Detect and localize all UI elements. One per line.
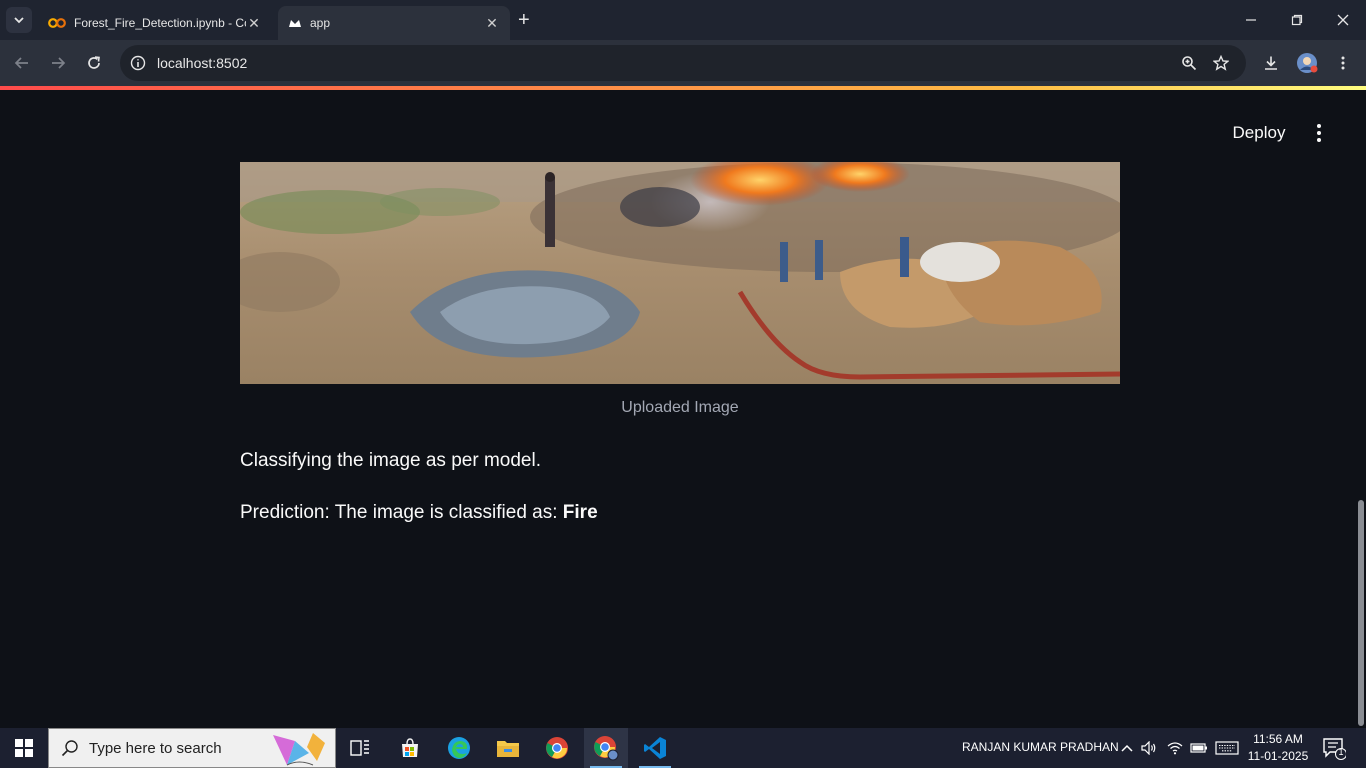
clock-date: 11-01-2025 — [1247, 749, 1309, 763]
close-window-button[interactable] — [1320, 0, 1366, 40]
restore-icon — [1291, 14, 1303, 26]
tray-wifi[interactable] — [1166, 738, 1184, 758]
kite-illustration-icon — [273, 733, 325, 766]
chrome-icon — [546, 737, 568, 759]
vscode-icon — [644, 737, 666, 759]
zoom-icon[interactable] — [1181, 55, 1197, 71]
chevron-up-icon — [1121, 744, 1133, 752]
page-scrollbar[interactable] — [1358, 500, 1364, 726]
task-view-icon — [350, 740, 369, 756]
more-vert-icon — [1341, 56, 1345, 70]
site-info-icon[interactable] — [130, 55, 146, 71]
back-button[interactable] — [9, 50, 35, 76]
volume-icon — [1141, 741, 1156, 755]
more-vert-icon — [1317, 124, 1321, 128]
chrome-profile-icon — [594, 736, 619, 761]
reload-button[interactable] — [81, 50, 107, 76]
tray-volume[interactable] — [1140, 738, 1158, 758]
tray-battery[interactable] — [1190, 738, 1208, 758]
task-view-button[interactable] — [338, 728, 382, 768]
search-placeholder: Type here to search — [89, 739, 222, 757]
new-tab-button[interactable]: + — [518, 8, 530, 32]
search-icon — [61, 740, 78, 757]
prediction-text: Prediction: The image is classified as: … — [240, 502, 598, 524]
minimize-icon — [1246, 19, 1256, 21]
bookmark-star-icon[interactable] — [1213, 55, 1229, 71]
url-text: localhost:8502 — [157, 55, 248, 71]
close-icon[interactable]: ✕ — [484, 15, 500, 32]
image-caption: Uploaded Image — [621, 399, 739, 416]
download-icon — [1265, 56, 1277, 70]
folder-icon — [497, 741, 519, 757]
battery-icon — [1190, 743, 1207, 753]
back-arrow-icon — [14, 57, 28, 69]
tab-title: Forest_Fire_Detection.ipynb - Co — [74, 16, 246, 30]
forward-button[interactable] — [45, 50, 71, 76]
tab-search-button[interactable] — [6, 7, 32, 33]
forward-arrow-icon — [52, 57, 66, 69]
colab-icon — [48, 18, 66, 28]
streamlit-icon — [289, 20, 301, 27]
windows-taskbar: Type here to search RANJAN KUMAR PRADHAN — [0, 728, 1366, 768]
start-button[interactable] — [0, 728, 48, 768]
taskbar-chrome-profile[interactable] — [584, 728, 628, 768]
tab-title: app — [310, 16, 331, 30]
close-icon[interactable]: ✕ — [246, 15, 262, 32]
prediction-value: Fire — [562, 502, 598, 523]
browser-menu-button[interactable] — [1330, 50, 1356, 76]
browser-toolbar: localhost:8502 — [0, 40, 1366, 86]
tab-colab[interactable]: Forest_Fire_Detection.ipynb - Co ✕ — [38, 6, 272, 40]
store-icon — [402, 738, 418, 757]
app-menu-button[interactable] — [1308, 120, 1330, 146]
notification-count: 1 — [1338, 747, 1344, 757]
avatar-icon — [1297, 53, 1318, 73]
reload-icon — [88, 56, 100, 69]
restore-button[interactable] — [1274, 0, 1320, 40]
tray-user-name: RANJAN KUMAR PRADHAN — [962, 740, 1119, 754]
chevron-down-icon — [14, 17, 24, 24]
windows-logo-icon — [15, 739, 33, 757]
wifi-icon — [1167, 742, 1183, 755]
downloads-button[interactable] — [1258, 50, 1284, 76]
taskbar-chrome[interactable] — [535, 728, 579, 768]
uploaded-image — [240, 162, 1120, 384]
taskbar-search-input[interactable]: Type here to search — [48, 728, 336, 768]
keyboard-icon — [1215, 741, 1239, 755]
minimize-button[interactable] — [1228, 0, 1274, 40]
taskbar-edge[interactable] — [437, 728, 481, 768]
prediction-prefix: Prediction: The image is classified as: — [240, 502, 563, 523]
notification-center-button[interactable]: 1 — [1322, 736, 1347, 760]
tab-app[interactable]: app ✕ — [278, 6, 510, 40]
profile-avatar[interactable] — [1294, 50, 1320, 76]
tray-keyboard[interactable] — [1214, 738, 1240, 758]
edge-icon — [448, 737, 470, 759]
app-decoration-bar — [0, 86, 1366, 90]
browser-titlebar: Forest_Fire_Detection.ipynb - Co ✕ app ✕… — [0, 0, 1366, 40]
deploy-button[interactable]: Deploy — [1224, 120, 1294, 146]
taskbar-store[interactable] — [388, 728, 432, 768]
tray-overflow-button[interactable] — [1118, 738, 1136, 758]
taskbar-vscode[interactable] — [633, 728, 677, 768]
close-icon — [1337, 14, 1349, 26]
clock-time: 11:56 AM — [1253, 732, 1303, 746]
status-text: Classifying the image as per model. — [240, 450, 541, 471]
address-bar[interactable]: localhost:8502 — [120, 45, 1246, 81]
taskbar-file-explorer[interactable] — [486, 728, 530, 768]
taskbar-clock[interactable]: 11:56 AM 11-01-2025 — [1246, 731, 1310, 765]
